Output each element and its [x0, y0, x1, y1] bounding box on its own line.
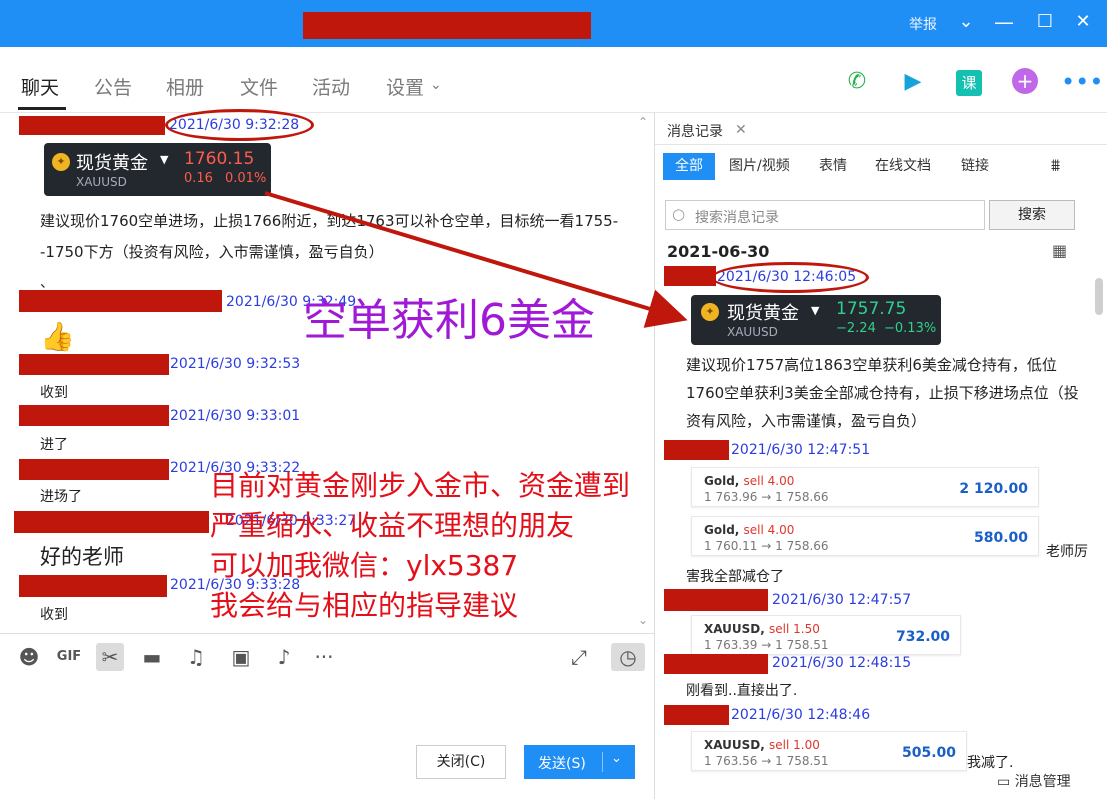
promo-line: 目前对黄金刚步入金市、资金遭到 — [210, 469, 631, 502]
annotation-arrow — [264, 191, 688, 328]
overlay-headline: 空单获利6美金 — [303, 295, 595, 346]
promo-line: 严重缩水、收益不理想的朋友 — [210, 509, 575, 542]
promo-line: 可以加我微信：ylx5387 — [210, 549, 519, 582]
overlay-promo-text: 目前对黄金刚步入金市、资金遭到 严重缩水、收益不理想的朋友 可以加我微信：ylx… — [210, 466, 630, 626]
promo-line: 我会给与相应的指导建议 — [210, 589, 519, 622]
